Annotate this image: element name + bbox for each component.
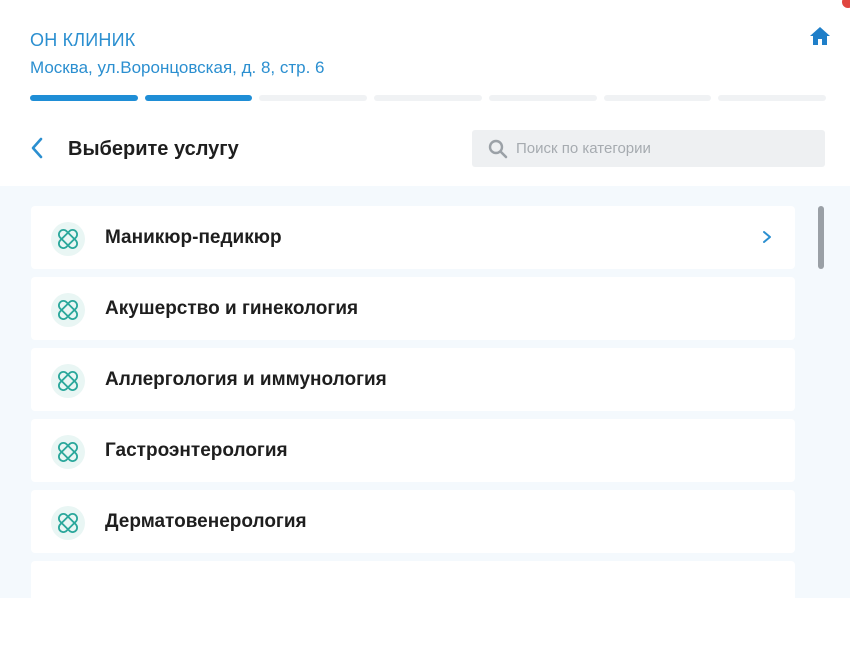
chevron-right-icon: [761, 229, 773, 245]
home-button[interactable]: [806, 22, 834, 50]
progress-step: [718, 95, 827, 101]
bandage-icon: [51, 293, 85, 327]
progress-steps: [30, 95, 827, 101]
category-list-area: Маникюр-педикюр Акушерство и гинекология А…: [0, 186, 850, 598]
bandage-icon: [51, 222, 85, 256]
progress-step: [259, 95, 368, 101]
clinic-name: ОН КЛИНИК: [30, 30, 136, 50]
category-item[interactable]: Дерматовенерология: [31, 490, 795, 553]
bandage-icon: [51, 364, 85, 398]
home-icon: [810, 27, 830, 45]
search-icon: [488, 139, 508, 159]
category-label: Акушерство и гинекология: [105, 297, 359, 319]
page-title: Выберите услугу: [68, 138, 239, 160]
category-item[interactable]: Акушерство и гинекология: [31, 277, 795, 340]
app-header: ОН КЛИНИК Москва, ул.Воронцовская, д. 8,…: [0, 0, 850, 186]
progress-step: [144, 95, 253, 101]
progress-step: [374, 95, 482, 101]
category-search[interactable]: [472, 130, 825, 167]
progress-step: [603, 95, 712, 101]
category-item[interactable]: Аллергология и иммунология: [31, 348, 795, 411]
search-input[interactable]: [516, 140, 816, 157]
progress-step: [488, 95, 597, 101]
category-item[interactable]: Гастроэнтерология: [31, 419, 795, 482]
notification-dot: [842, 0, 850, 8]
scrollbar-thumb[interactable]: [818, 206, 824, 269]
category-label: Аллергология и иммунология: [105, 368, 387, 390]
bandage-icon: [51, 506, 85, 540]
progress-step: [30, 95, 138, 101]
chevron-left-icon: [31, 137, 43, 159]
category-label: Дерматовенерология: [105, 510, 307, 532]
clinic-address: Москва, ул.Воронцовская, д. 8, стр. 6: [30, 58, 325, 77]
scrollbar-track[interactable]: [818, 206, 824, 576]
category-label: Гастроэнтерология: [105, 439, 288, 461]
back-button[interactable]: [24, 134, 50, 162]
category-list: Маникюр-педикюр Акушерство и гинекология А…: [31, 206, 795, 598]
category-item[interactable]: Маникюр-педикюр: [31, 206, 795, 269]
bandage-icon: [51, 435, 85, 469]
category-item[interactable]: [31, 561, 795, 598]
category-label: Маникюр-педикюр: [105, 226, 282, 248]
